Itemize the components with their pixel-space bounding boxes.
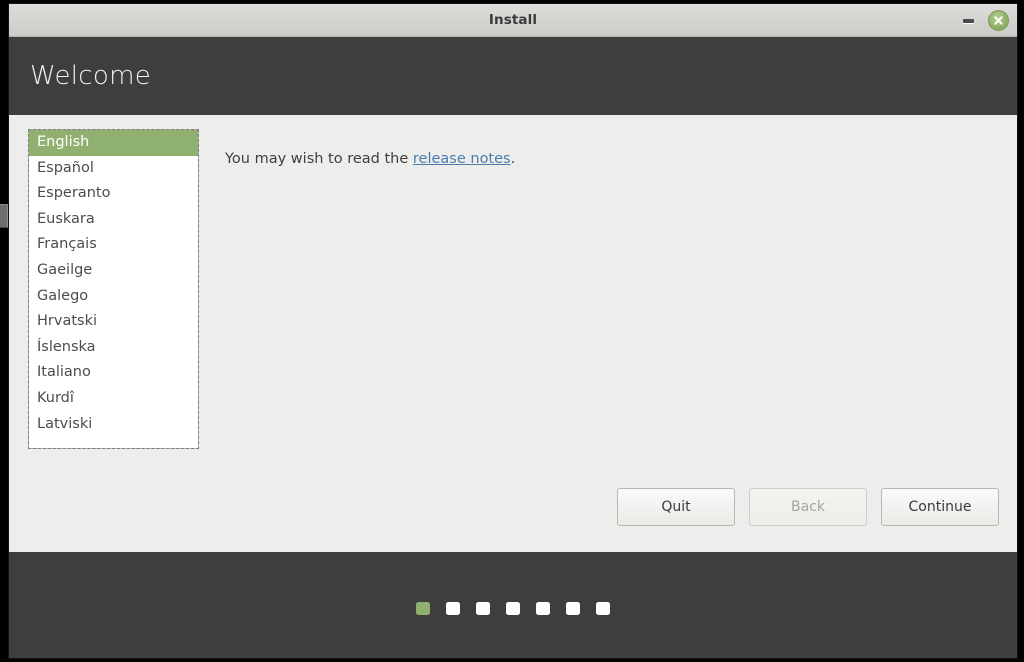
- language-list-item[interactable]: Français: [29, 232, 198, 258]
- language-list-item[interactable]: Euskara: [29, 207, 198, 233]
- content-area: English Español Esperanto Euskara Français Ga…: [9, 115, 1017, 552]
- step-dot[interactable]: [596, 601, 610, 615]
- language-list-item[interactable]: Galego: [29, 284, 198, 310]
- language-list-item[interactable]: Kurdî: [29, 386, 198, 412]
- desktop-background: Install Welcome EnglishEspañolEsperant: [0, 0, 1024, 662]
- page-title: Welcome: [30, 61, 152, 91]
- step-progress-indicator: [416, 601, 610, 615]
- release-notes-sentence: You may wish to read the release notes.: [225, 151, 1017, 167]
- info-pane: You may wish to read the release notes.: [199, 129, 1017, 488]
- window-titlebar[interactable]: Install: [9, 4, 1017, 37]
- back-button[interactable]: Back: [749, 488, 867, 526]
- window-controls: [958, 4, 1009, 37]
- step-dot[interactable]: [566, 601, 580, 615]
- language-listbox[interactable]: English Español Esperanto Euskara Français Ga…: [28, 129, 199, 449]
- release-notes-link[interactable]: release notes: [413, 151, 511, 167]
- continue-button[interactable]: Continue: [881, 488, 999, 526]
- footer-bar: [9, 552, 1017, 658]
- action-buttons: Quit Back Continue: [9, 488, 1017, 552]
- release-notes-text-after: .: [510, 151, 516, 167]
- step-dot[interactable]: [506, 601, 520, 615]
- close-glyph: [994, 16, 1003, 25]
- language-list-item[interactable]: Hrvatski: [29, 309, 198, 335]
- window-title: Install: [488, 12, 538, 28]
- quit-button[interactable]: Quit: [617, 488, 735, 526]
- language-list-item[interactable]: Italiano: [29, 360, 198, 386]
- desktop-panel-edge-handle[interactable]: [0, 204, 8, 228]
- language-list-item[interactable]: Íslenska: [29, 335, 198, 361]
- install-window: Install Welcome EnglishEspañolEsperant: [8, 3, 1018, 659]
- language-list-item[interactable]: Latviski: [29, 412, 198, 438]
- step-dot[interactable]: [476, 601, 490, 615]
- step-dot[interactable]: [416, 601, 430, 615]
- language-list-item[interactable]: Gaeilge: [29, 258, 198, 284]
- minimize-glyph: [962, 18, 974, 23]
- minimize-icon[interactable]: [958, 11, 978, 31]
- language-list-item[interactable]: Esperanto: [29, 181, 198, 207]
- language-list-item[interactable]: English: [29, 130, 198, 156]
- close-icon[interactable]: [988, 10, 1009, 31]
- step-dot[interactable]: [446, 601, 460, 615]
- release-notes-text-before: You may wish to read the: [225, 151, 413, 167]
- page-header: Welcome: [9, 37, 1017, 115]
- language-pane: English Español Esperanto Euskara Français Ga…: [9, 129, 199, 488]
- language-list-item[interactable]: Español: [29, 156, 198, 182]
- step-dot[interactable]: [536, 601, 550, 615]
- content-body: English Español Esperanto Euskara Français Ga…: [9, 115, 1017, 488]
